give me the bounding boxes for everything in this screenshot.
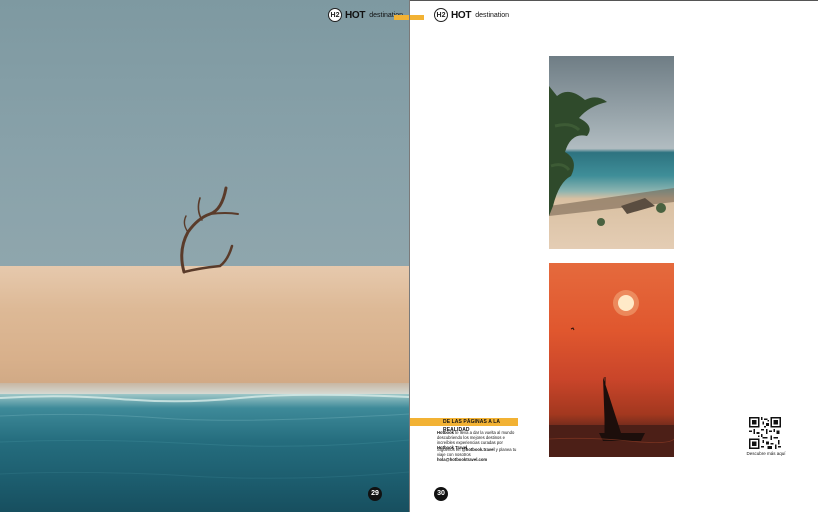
- photo-beach-tree: [549, 56, 674, 249]
- left-page-photo: 29: [0, 0, 409, 512]
- driftwood-branch: [180, 186, 239, 274]
- logo-badge: H2: [434, 8, 448, 22]
- logo-hot-text: HOT: [451, 9, 472, 21]
- logo-badge: H2: [328, 8, 342, 22]
- photo-sunset-sailboat: [549, 263, 674, 457]
- paragraph-follow: Síguenos en @hotbook.travel y planea tu …: [437, 447, 521, 462]
- logo-hot-text: HOT: [345, 9, 366, 21]
- top-rule: [410, 0, 818, 1]
- page-number: 30: [434, 487, 448, 501]
- page-number: 29: [368, 487, 382, 501]
- qr-code[interactable]: [749, 417, 781, 449]
- logo-destination-text: destination: [475, 11, 510, 19]
- header-logo-right: H2 HOT destination: [434, 8, 509, 22]
- header-logo-left: H2 HOT destination: [328, 8, 403, 22]
- spine-divider: [409, 0, 410, 512]
- qr-caption: Descubre más aquí: [746, 451, 786, 456]
- photo-sea: [0, 394, 409, 512]
- photo-sandbank: [0, 266, 409, 390]
- email-link[interactable]: hola@hotbooktravel.com: [437, 457, 487, 462]
- magazine-spread: 29 H2 HOT destination H2 HOT destination: [0, 0, 818, 512]
- section-heading-banner: DE LAS PÁGINAS A LA REALIDAD: [410, 418, 518, 433]
